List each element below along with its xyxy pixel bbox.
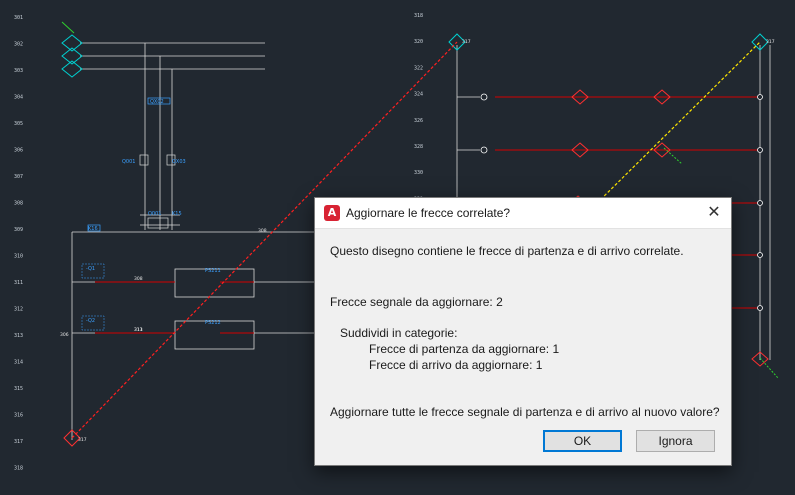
row-number: 316 bbox=[14, 413, 23, 419]
left-red-wires bbox=[95, 281, 254, 334]
row-number: 330 bbox=[414, 170, 423, 176]
right-top-arrows bbox=[448, 33, 769, 51]
component-tag: -Q1 bbox=[86, 266, 95, 272]
green-signal-tick-2 bbox=[759, 357, 779, 379]
row-number: 306 bbox=[14, 148, 23, 154]
wire-label: 308 bbox=[258, 228, 267, 234]
row-number: 315 bbox=[14, 386, 23, 392]
close-icon[interactable]: ✕ bbox=[703, 202, 725, 224]
component-tag: K15 bbox=[172, 211, 182, 217]
row-number: 304 bbox=[14, 95, 23, 101]
row-number: 317 bbox=[14, 439, 23, 445]
component-tag: Q001 bbox=[148, 211, 161, 217]
row-number: 318 bbox=[414, 13, 423, 19]
dialog-titlebar[interactable]: A Aggiornare le frecce correlate? ✕ bbox=[315, 198, 731, 229]
component-tag: PS212 bbox=[205, 320, 221, 326]
yellow-signal-link bbox=[589, 41, 761, 211]
right-arrow-tag: 317 bbox=[462, 39, 471, 45]
dialog-departure-line: Frecce di partenza da aggiornare: 1 bbox=[369, 342, 560, 356]
wire-label: 306 bbox=[60, 332, 69, 338]
component-tag: Q001 bbox=[122, 159, 135, 165]
left-arrow-tag: 317 bbox=[78, 437, 87, 443]
row-number: 322 bbox=[414, 65, 423, 71]
component-tag: PS211 bbox=[205, 268, 221, 274]
dialog-categories-heading: Suddividi in categorie: bbox=[340, 326, 458, 340]
left-top-arrows bbox=[61, 34, 83, 78]
component-tag: K16 bbox=[88, 226, 98, 232]
autocad-app-icon: A bbox=[324, 205, 340, 221]
row-number: 309 bbox=[14, 227, 23, 233]
dialog-count-line: Frecce segnale da aggiornare: 2 bbox=[330, 295, 503, 309]
row-number: 324 bbox=[414, 92, 423, 98]
component-tag: -Q2 bbox=[86, 318, 95, 324]
row-number: 303 bbox=[14, 68, 23, 74]
row-number: 320 bbox=[414, 39, 423, 45]
row-number: 314 bbox=[14, 360, 23, 366]
wire-label: 308 bbox=[134, 276, 143, 282]
row-number: 308 bbox=[14, 201, 23, 207]
component-tag: QX02 bbox=[150, 99, 164, 105]
right-arrow-tag: 317 bbox=[766, 39, 775, 45]
update-related-arrows-dialog[interactable]: A Aggiornare le frecce correlate? ✕ Ques… bbox=[314, 197, 732, 466]
dialog-question: Aggiornare tutte le frecce segnale di pa… bbox=[330, 405, 720, 419]
row-number: 302 bbox=[14, 42, 23, 48]
row-number: 313 bbox=[14, 333, 23, 339]
wire-label: 313 bbox=[134, 327, 143, 333]
row-numbers-left: 301 302 303 304 305 306 307 308 309 310 311 312 313 3… bbox=[14, 15, 23, 472]
row-number: 312 bbox=[14, 307, 23, 313]
row-number: 326 bbox=[414, 118, 423, 124]
dialog-message: Questo disegno contiene le frecce di par… bbox=[330, 244, 684, 258]
left-bus-lines bbox=[71, 42, 315, 440]
row-number: 311 bbox=[14, 280, 23, 286]
ok-button[interactable]: OK bbox=[543, 430, 622, 452]
left-green-ticks bbox=[61, 21, 75, 34]
left-component-tags: PS211 PS212 QX02 QX03 Q001 Q001 K15 K16 -Q1 -Q2 30… bbox=[60, 99, 267, 338]
left-bottom-arrow: 317 bbox=[63, 429, 87, 447]
row-number: 328 bbox=[414, 144, 423, 150]
row-number: 305 bbox=[14, 121, 23, 127]
component-tag: QX03 bbox=[172, 159, 186, 165]
row-number: 307 bbox=[14, 174, 23, 180]
dialog-title: Aggiornare le frecce correlate? bbox=[346, 206, 511, 220]
row-number: 318 bbox=[14, 466, 23, 472]
dialog-arrival-line: Frecce di arrivo da aggiornare: 1 bbox=[369, 358, 543, 372]
row-number: 310 bbox=[14, 254, 23, 260]
row-number: 301 bbox=[14, 15, 23, 21]
ignore-button[interactable]: Ignora bbox=[636, 430, 715, 452]
